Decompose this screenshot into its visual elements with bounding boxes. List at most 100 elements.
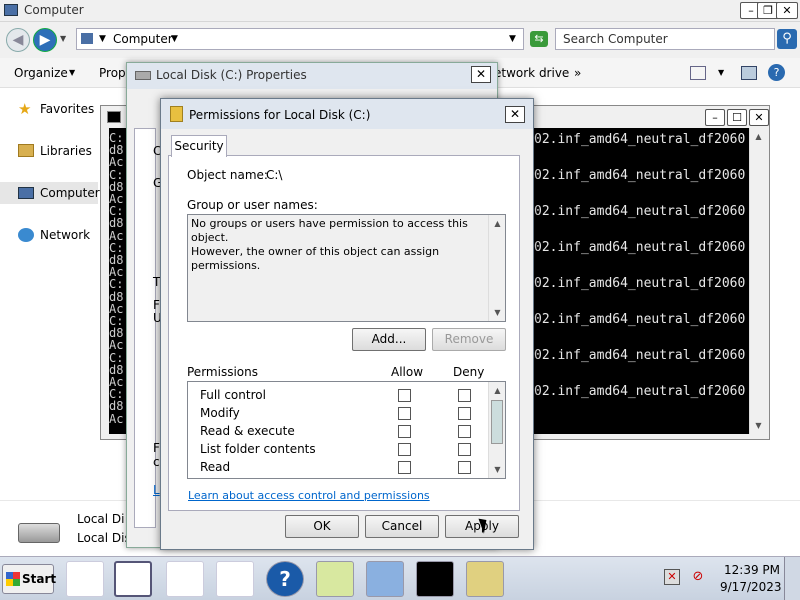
network-status-icon[interactable]: ✕ <box>664 569 680 585</box>
partial-label: c <box>153 455 160 469</box>
cmd-left-column: C: d8 Ac C: d8 Ac C: d8 Ac C: d8 Ac C: d8 Ac C: d8 Ac C: d8… <box>109 132 123 425</box>
nav-computer[interactable]: Computer <box>0 182 100 204</box>
show-desktop-button[interactable] <box>784 557 800 600</box>
remove-button[interactable]: Remove <box>432 328 506 351</box>
search-input[interactable]: Search Computer <box>555 28 775 50</box>
nav-label: Network <box>40 228 91 242</box>
cmd-line: 02.inf_amd64_neutral_df2060 <box>534 132 746 147</box>
cmd-line: 02.inf_amd64_neutral_df2060 <box>534 240 746 255</box>
scroll-up-icon[interactable]: ▲ <box>489 382 506 399</box>
scroll-thumb[interactable] <box>491 400 503 444</box>
permission-label: List folder contents <box>200 442 316 456</box>
deny-checkbox[interactable] <box>458 389 471 402</box>
allow-checkbox[interactable] <box>398 443 411 456</box>
volume-muted-icon[interactable]: ⊘ <box>690 569 706 585</box>
allow-checkbox[interactable] <box>398 407 411 420</box>
explorer-titlebar: Computer – ❐ ✕ <box>0 0 800 22</box>
chevron-down-icon[interactable]: ▼ <box>171 29 178 49</box>
scroll-down-icon[interactable]: ▼ <box>489 304 506 321</box>
refresh-icon[interactable]: ⇆ <box>530 31 548 47</box>
taskbar-document-icon[interactable] <box>114 561 152 597</box>
cancel-button[interactable]: Cancel <box>365 515 439 538</box>
scroll-down-icon[interactable]: ▼ <box>750 417 767 434</box>
deny-checkbox[interactable] <box>458 425 471 438</box>
computer-icon <box>18 187 34 199</box>
cmd-scrollbar[interactable]: ▲ ▼ <box>749 128 766 434</box>
cmd-line: 02.inf_amd64_neutral_df2060 <box>534 276 746 291</box>
view-chevron-icon[interactable]: ▼ <box>718 68 724 77</box>
nav-network[interactable]: Network <box>0 224 100 246</box>
folder-icon <box>170 106 183 122</box>
map-network-drive-button[interactable]: etwork drive <box>494 66 569 80</box>
deny-checkbox[interactable] <box>458 461 471 474</box>
recent-chevron-icon[interactable]: ▼ <box>60 34 66 43</box>
help-icon[interactable]: ? <box>768 64 785 81</box>
cmd-line: 02.inf_amd64_neutral_df2060 <box>534 384 746 399</box>
deny-header: Deny <box>453 365 485 379</box>
learn-link[interactable]: Learn about access control and permissio… <box>188 489 430 502</box>
permissions-titlebar: Permissions for Local Disk (C:) ✕ <box>161 99 533 129</box>
libraries-icon <box>18 144 34 157</box>
ok-button[interactable]: OK <box>285 515 359 538</box>
cmd-left-text: d8 <box>109 399 124 414</box>
clock-time[interactable]: 12:39 PM <box>724 563 780 577</box>
forward-icon[interactable]: ▶ <box>33 28 57 52</box>
nav-label: Computer <box>40 186 100 200</box>
address-dropdown-icon[interactable]: ▼ <box>509 29 516 49</box>
cmd-maximize-button[interactable]: ☐ <box>727 109 747 126</box>
allow-checkbox[interactable] <box>398 461 411 474</box>
breadcrumb-chevron-icon[interactable]: ▼ <box>99 29 106 49</box>
properties-titlebar: Local Disk (C:) Properties ✕ <box>127 63 497 89</box>
scroll-up-icon[interactable]: ▲ <box>489 215 506 232</box>
cmd-left-text: Ac <box>109 155 124 170</box>
properties-close-button[interactable]: ✕ <box>471 66 491 83</box>
taskbar-document-icon[interactable] <box>216 561 254 597</box>
start-button[interactable]: Start <box>2 564 57 594</box>
taskbar-document-icon[interactable] <box>66 561 104 597</box>
permissions-title: Permissions for Local Disk (C:) <box>189 108 371 122</box>
permission-label: Full control <box>200 388 266 402</box>
cmd-left-text: d8 <box>109 289 124 304</box>
more-button[interactable]: » <box>574 66 581 80</box>
clock-date[interactable]: 9/17/2023 <box>720 580 782 594</box>
scroll-down-icon[interactable]: ▼ <box>489 461 506 478</box>
taskbar-cmd-icon[interactable] <box>416 561 454 597</box>
allow-checkbox[interactable] <box>398 425 411 438</box>
deny-checkbox[interactable] <box>458 407 471 420</box>
nav-libraries[interactable]: Libraries <box>0 140 100 162</box>
cmd-close-button[interactable]: ✕ <box>749 109 769 126</box>
taskbar-help-icon[interactable]: ? <box>266 561 304 597</box>
cmd-minimize-button[interactable]: – <box>705 109 725 126</box>
permissions-close-button[interactable]: ✕ <box>505 106 525 123</box>
address-box[interactable]: ▼ Computer ▼ ▼ <box>76 28 524 50</box>
allow-checkbox[interactable] <box>398 389 411 402</box>
start-label: Start <box>22 572 57 586</box>
scroll-up-icon[interactable]: ▲ <box>750 128 767 145</box>
organize-button[interactable]: Organize <box>14 66 68 80</box>
taskbar-document-icon[interactable] <box>166 561 204 597</box>
group-names-message: No groups or users have permission to ac… <box>191 217 481 273</box>
search-icon[interactable]: ⚲ <box>777 29 797 49</box>
back-icon[interactable]: ◀ <box>6 28 30 52</box>
permissions-scrollbar[interactable]: ▲ ▼ <box>488 382 505 478</box>
address-bar-row: ◀ ▶ ▼ ▼ Computer ▼ ▼ ⇆ Search Computer ⚲ <box>0 22 800 58</box>
properties-button[interactable]: Prop <box>99 66 126 80</box>
organize-chevron-icon[interactable]: ▼ <box>69 68 75 77</box>
nav-favorites[interactable]: ★ Favorites <box>0 98 100 120</box>
close-button[interactable]: ✕ <box>776 2 798 19</box>
star-icon: ★ <box>18 100 32 118</box>
windows-logo-icon <box>6 572 20 586</box>
partial-link[interactable]: L <box>153 483 160 497</box>
taskbar-computer-icon[interactable] <box>366 561 404 597</box>
deny-checkbox[interactable] <box>458 443 471 456</box>
add-button[interactable]: Add... <box>352 328 426 351</box>
taskbar-explorer-icon[interactable] <box>316 561 354 597</box>
taskbar-drive-icon[interactable] <box>466 561 504 597</box>
group-scrollbar[interactable]: ▲ ▼ <box>488 215 505 321</box>
tab-security[interactable]: Security <box>171 135 227 157</box>
group-names-list[interactable]: No groups or users have permission to ac… <box>187 214 506 322</box>
view-icon[interactable] <box>690 66 706 80</box>
permission-label: Read <box>200 460 231 474</box>
preview-pane-icon[interactable] <box>741 66 757 80</box>
permissions-label: Permissions <box>187 365 258 379</box>
